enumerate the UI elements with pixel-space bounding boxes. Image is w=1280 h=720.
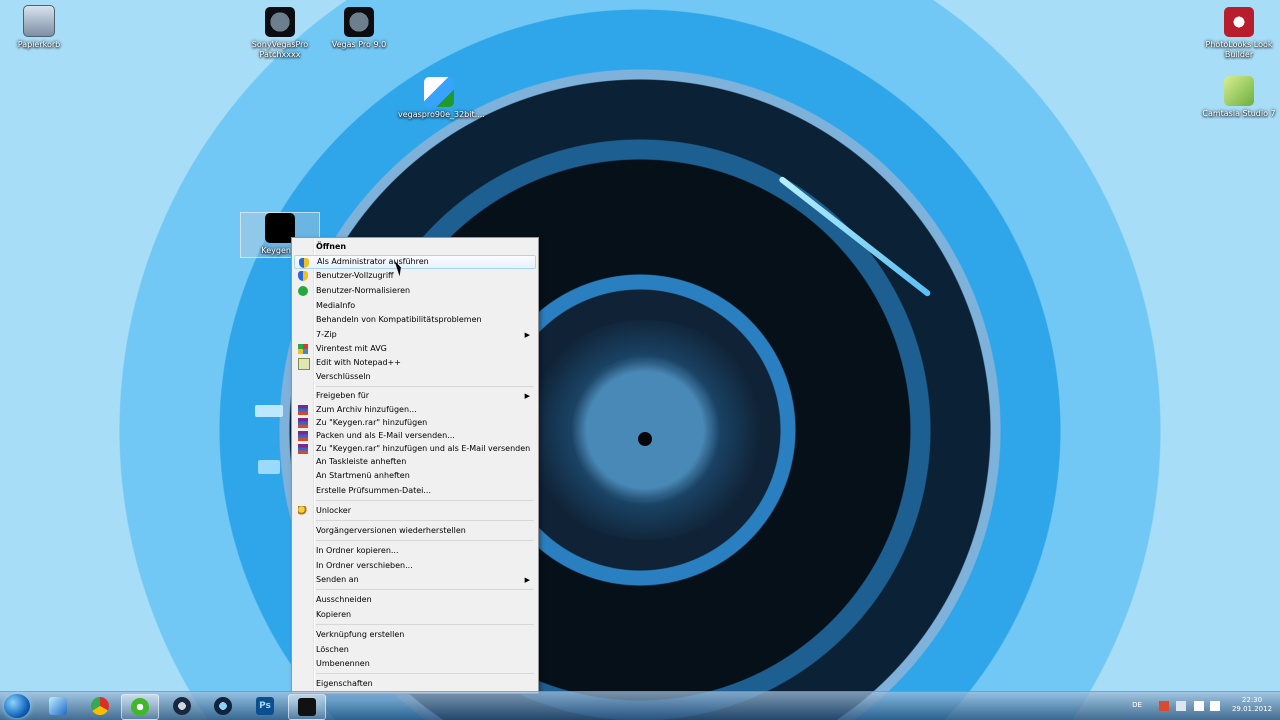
menu-item-user-full-access[interactable]: Benutzer-Vollzugriff [294, 269, 536, 283]
taskbar-photoshop[interactable]: Ps [247, 694, 283, 718]
menu-item-add-keygen-rar[interactable]: Zu "Keygen.rar" hinzufügen [294, 416, 536, 430]
menu-item-open[interactable]: Öffnen [294, 240, 536, 254]
menu-item-unlocker[interactable]: Unlocker [294, 504, 536, 518]
menu-item-copy[interactable]: Kopieren [294, 608, 536, 622]
submenu-arrow-icon: ▶ [524, 392, 530, 400]
menu-item-user-normalize[interactable]: Benutzer-Normalisieren [294, 284, 536, 298]
vegas-icon [344, 7, 374, 37]
menu-item-pin-start[interactable]: An Startmenü anheften [294, 469, 536, 483]
menu-item-rename[interactable]: Umbenennen [294, 657, 536, 671]
taskbar-internet-explorer[interactable] [40, 694, 76, 718]
desktop-icon-recycle-bin[interactable]: Papierkorb [0, 5, 80, 50]
menu-item-move-to-folder[interactable]: In Ordner verschieben... [294, 559, 536, 573]
desktop-icon-label: Camtasia Studio 7 [1202, 109, 1276, 118]
menu-separator [316, 386, 534, 387]
menu-item-create-shortcut[interactable]: Verknüpfung erstellen [294, 628, 536, 642]
recycle-bin-icon [23, 5, 55, 37]
photo-icon [1224, 7, 1254, 37]
taskbar: Ps DE 22:30 29.01.2012 [0, 691, 1280, 720]
menu-item-7zip[interactable]: 7-Zip ▶ [294, 328, 536, 342]
lens-flare-small [255, 405, 283, 417]
notepad-icon [298, 358, 310, 370]
menu-item-encrypt[interactable]: Verschlüsseln [294, 370, 536, 384]
winrar-icon [298, 405, 308, 415]
green-shield-icon [298, 286, 308, 296]
lens-center-glow [520, 320, 770, 540]
setup-icon [424, 77, 454, 107]
lens-flare-small [258, 460, 280, 474]
start-button[interactable] [4, 694, 30, 718]
menu-item-add-rar-email[interactable]: Zu "Keygen.rar" hinzufügen und als E-Mai… [294, 442, 536, 456]
chrome-icon [91, 697, 109, 715]
clock-date: 29.01.2012 [1231, 705, 1273, 713]
desktop-icon-label: SonyVegasPro Patchxxxx [251, 40, 309, 59]
taskbar-vegas[interactable] [205, 694, 241, 718]
magic-wand-icon [298, 506, 308, 516]
menu-item-avg[interactable]: Virentest mit AVG [294, 342, 536, 356]
menu-item-compatibility[interactable]: Behandeln von Kompatibilitätsproblemen [294, 313, 536, 327]
internet-explorer-icon [49, 697, 67, 715]
lens-center-dot [638, 432, 652, 446]
desktop-icon-vegas-setup[interactable]: vegaspro90e_32bit.... [398, 77, 485, 120]
clock-time: 22:30 [1241, 696, 1263, 704]
desktop-icon-label: Vegas Pro 9.0 [331, 40, 387, 49]
menu-item-mediainfo[interactable]: MediaInfo [294, 299, 536, 313]
desktop-icon-label: Papierkorb [17, 40, 61, 49]
menu-item-share-with[interactable]: Freigeben für ▶ [294, 389, 536, 403]
shield-icon [299, 258, 309, 268]
menu-item-pack-email[interactable]: Packen und als E-Mail versenden... [294, 429, 536, 443]
desktop-icon-vegas-pro[interactable]: Vegas Pro 9.0 [318, 7, 400, 50]
menu-item-checksum[interactable]: Erstelle Prüfsummen-Datei... [294, 484, 536, 498]
taskbar-chrome[interactable] [82, 694, 118, 718]
display-icon[interactable] [1194, 701, 1204, 711]
shield-icon [298, 271, 308, 281]
photoshop-icon: Ps [256, 697, 274, 715]
context-menu: Öffnen Als Administrator ausführen Benut… [291, 237, 539, 694]
volume-icon[interactable] [1210, 701, 1220, 711]
clock[interactable]: 22:30 29.01.2012 [1230, 696, 1274, 714]
key-icon [298, 698, 316, 716]
cinema4d-icon [173, 697, 191, 715]
menu-separator [316, 589, 534, 590]
taskbar-cinema4d[interactable] [164, 694, 200, 718]
desktop-icon-label: vegaspro90e_32bit.... [398, 110, 485, 119]
avg-icon [298, 344, 308, 354]
winrar-icon [298, 444, 308, 454]
menu-item-notepad[interactable]: Edit with Notepad++ [294, 356, 536, 370]
menu-item-run-as-admin[interactable]: Als Administrator ausführen [294, 255, 536, 269]
icq-icon [131, 698, 149, 716]
menu-separator [316, 673, 534, 674]
menu-item-copy-to-folder[interactable]: In Ordner kopieren... [294, 544, 536, 558]
winrar-icon [298, 431, 308, 441]
taskbar-icq[interactable] [121, 694, 159, 720]
camtasia-icon [1224, 76, 1254, 106]
menu-separator [316, 520, 534, 521]
menu-item-pin-taskbar[interactable]: An Taskleiste anheften [294, 455, 536, 469]
taskbar-keygen[interactable] [288, 694, 326, 720]
menu-item-cut[interactable]: Ausschneiden [294, 593, 536, 607]
menu-item-delete[interactable]: Löschen [294, 643, 536, 657]
desktop-icon-photolooks[interactable]: PhotoLooks Look Builder [1198, 7, 1280, 60]
menu-item-add-archive[interactable]: Zum Archiv hinzufügen... [294, 403, 536, 417]
desktop-icon-camtasia[interactable]: Camtasia Studio 7 [1198, 76, 1280, 119]
menu-separator [316, 540, 534, 541]
lens-flare [778, 175, 932, 298]
menu-item-properties[interactable]: Eigenschaften [294, 677, 536, 691]
menu-item-send-to[interactable]: Senden an ▶ [294, 573, 536, 587]
network-icon[interactable] [1176, 701, 1186, 711]
menu-separator [316, 624, 534, 625]
vegas-icon [265, 7, 295, 37]
submenu-arrow-icon: ▶ [524, 331, 530, 339]
language-indicator[interactable]: DE [1132, 701, 1142, 709]
desktop-icon-sony-vegas-patch[interactable]: SonyVegasPro Patchxxxx [239, 7, 321, 60]
vegas-icon [214, 697, 232, 715]
menu-separator [316, 500, 534, 501]
flag-icon[interactable] [1159, 701, 1169, 711]
desktop-icon-label: PhotoLooks Look Builder [1205, 40, 1273, 59]
submenu-arrow-icon: ▶ [524, 576, 530, 584]
winrar-icon [298, 418, 308, 428]
menu-item-restore-versions[interactable]: Vorgängerversionen wiederherstellen [294, 524, 536, 538]
